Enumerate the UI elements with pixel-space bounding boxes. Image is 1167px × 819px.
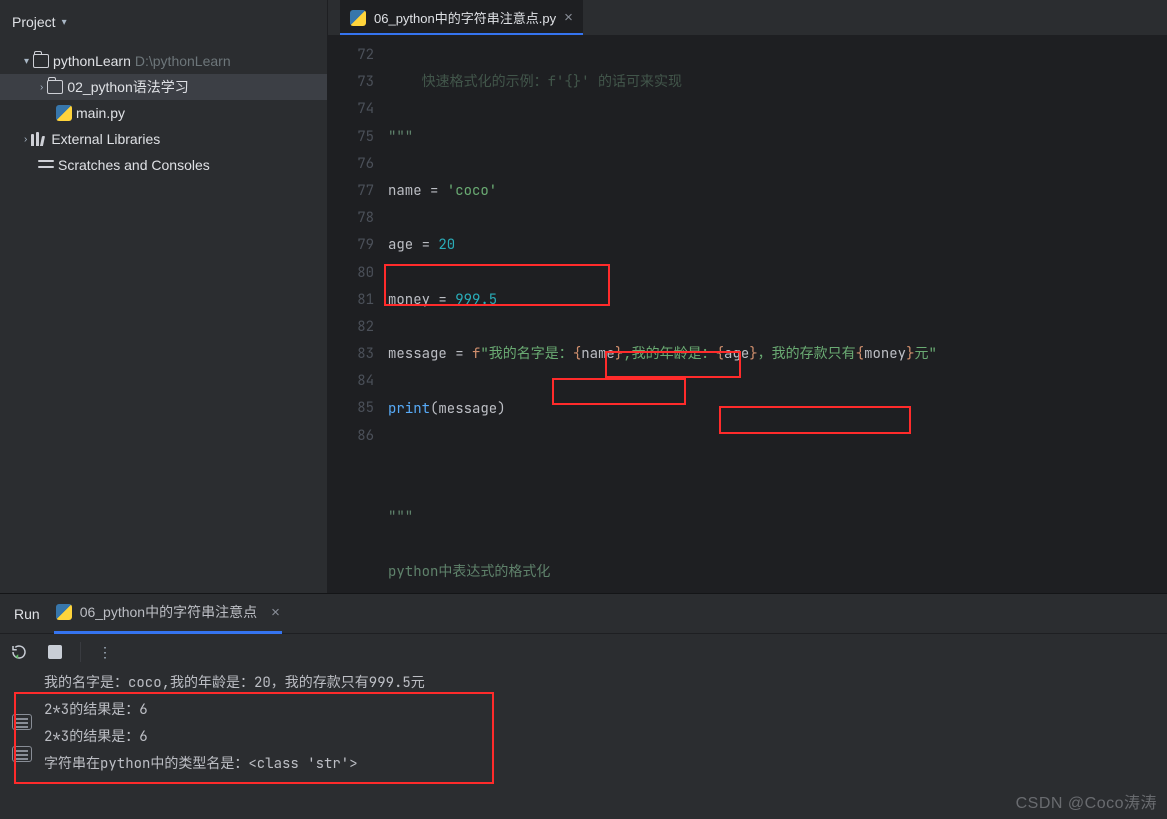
code-line-79 (388, 450, 1167, 477)
run-console: 我的名字是：coco,我的年龄是：20，我的存款只有999.5元 2*3的结果是… (0, 670, 1167, 819)
run-tab[interactable]: 06_python中的字符串注意点 × (54, 594, 282, 634)
code-content[interactable]: 快速格式化的示例：f'{}' 的话可来实现 """ name = 'coco' … (388, 36, 1167, 593)
tree-item-label: 02_python语法学习 (67, 77, 188, 97)
console-line: 2*3的结果是：6 (44, 697, 1167, 724)
code-line-75: age = 20 (388, 232, 1167, 259)
tree-project-root[interactable]: ▾ pythonLearn D:\pythonLearn (0, 48, 327, 74)
folder-icon (47, 80, 63, 94)
tree-item-label: External Libraries (51, 131, 160, 147)
chevron-right-icon[interactable]: › (40, 82, 43, 93)
editor-tabs: 06_python中的字符串注意点.py × (328, 0, 1167, 36)
console-output[interactable]: 我的名字是：coco,我的年龄是：20，我的存款只有999.5元 2*3的结果是… (44, 670, 1167, 819)
project-sidebar: Project ▾ ▾ pythonLearn D:\pythonLearn ›… (0, 0, 328, 593)
chevron-down-icon: ▾ (62, 17, 67, 28)
project-name: pythonLearn (53, 53, 131, 69)
code-line-72: 快速格式化的示例：f'{}' 的话可来实现 (388, 73, 682, 91)
code-line-80: """ (388, 504, 1167, 531)
python-file-icon (350, 10, 366, 26)
editor-tab[interactable]: 06_python中的字符串注意点.py × (340, 0, 583, 35)
project-title: Project (12, 14, 56, 30)
run-panel-header: Run 06_python中的字符串注意点 × (0, 594, 1167, 634)
console-gutter (0, 670, 44, 819)
code-line-74: name = 'coco' (388, 178, 1167, 205)
code-editor[interactable]: 7273747576 7778798081 8283848586 快速格式化的示… (328, 36, 1167, 593)
code-line-81: python中表达式的格式化 (388, 559, 1167, 586)
tree-item-label: main.py (76, 105, 125, 121)
run-toolbar: ⋮ (0, 634, 1167, 670)
run-tab-filename: 06_python中的字符串注意点 (80, 602, 257, 622)
code-line-78: print(message) (388, 396, 1167, 423)
python-file-icon (56, 105, 72, 121)
line-gutter: 7273747576 7778798081 8283848586 (328, 36, 388, 593)
python-file-icon (56, 604, 72, 620)
code-line-76: money = 999.5 (388, 287, 1167, 314)
watermark: CSDN @Coco涛涛 (1016, 789, 1157, 813)
code-line-77: message = f"我的名字是：{name},我的年龄是：{age}，我的存… (388, 341, 1167, 368)
console-line: 我的名字是：coco,我的年龄是：20，我的存款只有999.5元 (44, 670, 1167, 697)
more-button[interactable]: ⋮ (95, 641, 117, 663)
tree-external-libraries[interactable]: › External Libraries (0, 126, 327, 152)
close-icon[interactable]: × (564, 9, 573, 26)
folder-icon (33, 54, 49, 68)
scratches-icon (38, 158, 54, 172)
console-line: 2*3的结果是：6 (44, 724, 1167, 751)
console-line: 字符串在python中的类型名是：<class 'str'> (44, 751, 1167, 778)
run-panel: Run 06_python中的字符串注意点 × ⋮ 我的名字是：coco,我的年… (0, 594, 1167, 819)
stop-button[interactable] (44, 641, 66, 663)
scroll-to-end-icon[interactable] (12, 746, 32, 762)
project-tree: ▾ pythonLearn D:\pythonLearn › 02_python… (0, 44, 327, 182)
project-panel-header[interactable]: Project ▾ (0, 0, 327, 44)
tab-filename: 06_python中的字符串注意点.py (374, 8, 556, 27)
tree-folder-02-python[interactable]: › 02_python语法学习 (0, 74, 327, 100)
close-icon[interactable]: × (271, 604, 280, 621)
editor-area: 06_python中的字符串注意点.py × 7273747576 777879… (328, 0, 1167, 593)
project-path: D:\pythonLearn (135, 53, 231, 69)
code-line-73: """ (388, 128, 413, 146)
run-title: Run (14, 606, 40, 622)
library-icon (31, 132, 47, 146)
divider (80, 642, 81, 662)
chevron-right-icon[interactable]: › (24, 134, 27, 145)
chevron-down-icon[interactable]: ▾ (24, 56, 29, 67)
rerun-button[interactable] (8, 641, 30, 663)
tree-file-main-py[interactable]: main.py (0, 100, 327, 126)
tree-item-label: Scratches and Consoles (58, 157, 210, 173)
tree-scratches[interactable]: Scratches and Consoles (0, 152, 327, 178)
soft-wrap-icon[interactable] (12, 714, 32, 730)
